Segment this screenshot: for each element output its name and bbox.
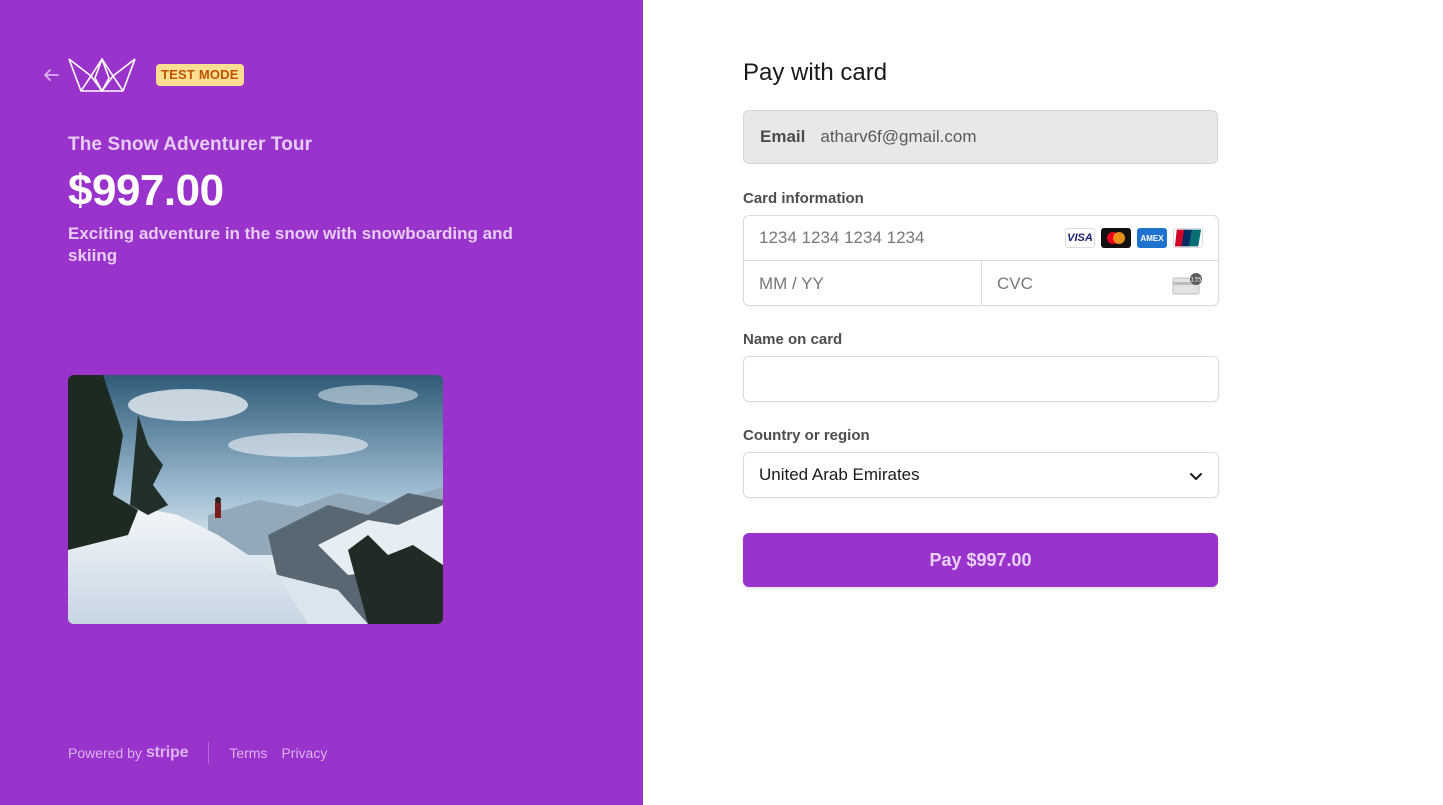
country-selected-value: United Arab Emirates <box>759 465 920 484</box>
name-on-card-input[interactable] <box>744 357 1218 401</box>
unionpay-icon <box>1173 228 1203 248</box>
country-select[interactable]: United Arab Emirates <box>743 452 1219 498</box>
arrow-left-icon[interactable] <box>40 64 62 86</box>
footer: Powered by stripe Terms Privacy <box>68 742 341 764</box>
name-label: Name on card <box>743 331 843 348</box>
powered-by-text: Powered by <box>68 745 142 761</box>
payment-form-panel: Pay with card Email atharv6f@gmail.com C… <box>643 0 1443 805</box>
product-summary-panel: TEST MODE The Snow Adventurer Tour $997.… <box>0 0 643 805</box>
footer-divider <box>208 742 210 764</box>
product-price: $997.00 <box>68 166 224 215</box>
expiry-input[interactable] <box>744 261 981 306</box>
card-input-group: VISA AMEX <box>743 215 1219 306</box>
cvc-field[interactable]: 135 <box>982 261 1218 306</box>
privacy-link[interactable]: Privacy <box>281 745 327 761</box>
card-info-label: Card information <box>743 190 864 207</box>
terms-link[interactable]: Terms <box>229 745 267 761</box>
email-field[interactable]: Email atharv6f@gmail.com <box>743 110 1218 164</box>
crown-logo-icon <box>68 58 136 92</box>
card-number-field[interactable]: VISA AMEX <box>744 216 1218 261</box>
visa-icon: VISA <box>1065 228 1095 248</box>
country-label: Country or region <box>743 427 870 444</box>
expiry-field[interactable] <box>744 261 982 306</box>
chevron-down-icon <box>1190 473 1202 480</box>
name-field[interactable] <box>743 356 1219 402</box>
test-mode-badge: TEST MODE <box>156 64 244 86</box>
card-brands: VISA AMEX <box>1065 228 1203 248</box>
email-label: Email <box>760 127 806 146</box>
amex-icon: AMEX <box>1137 228 1167 248</box>
stripe-logo[interactable]: stripe <box>146 744 189 762</box>
cvc-digits: 135 <box>1190 277 1202 284</box>
card-cvc-icon: 135 <box>1172 273 1202 295</box>
mastercard-icon <box>1101 228 1131 248</box>
pay-button[interactable]: Pay $997.00 <box>743 533 1218 587</box>
product-image <box>68 375 443 624</box>
snowy-mountain-photo <box>68 375 443 624</box>
form-title: Pay with card <box>743 59 888 86</box>
product-description: Exciting adventure in the snow with snow… <box>68 224 513 265</box>
product-name: The Snow Adventurer Tour <box>68 134 313 155</box>
email-value: atharv6f@gmail.com <box>820 127 977 146</box>
